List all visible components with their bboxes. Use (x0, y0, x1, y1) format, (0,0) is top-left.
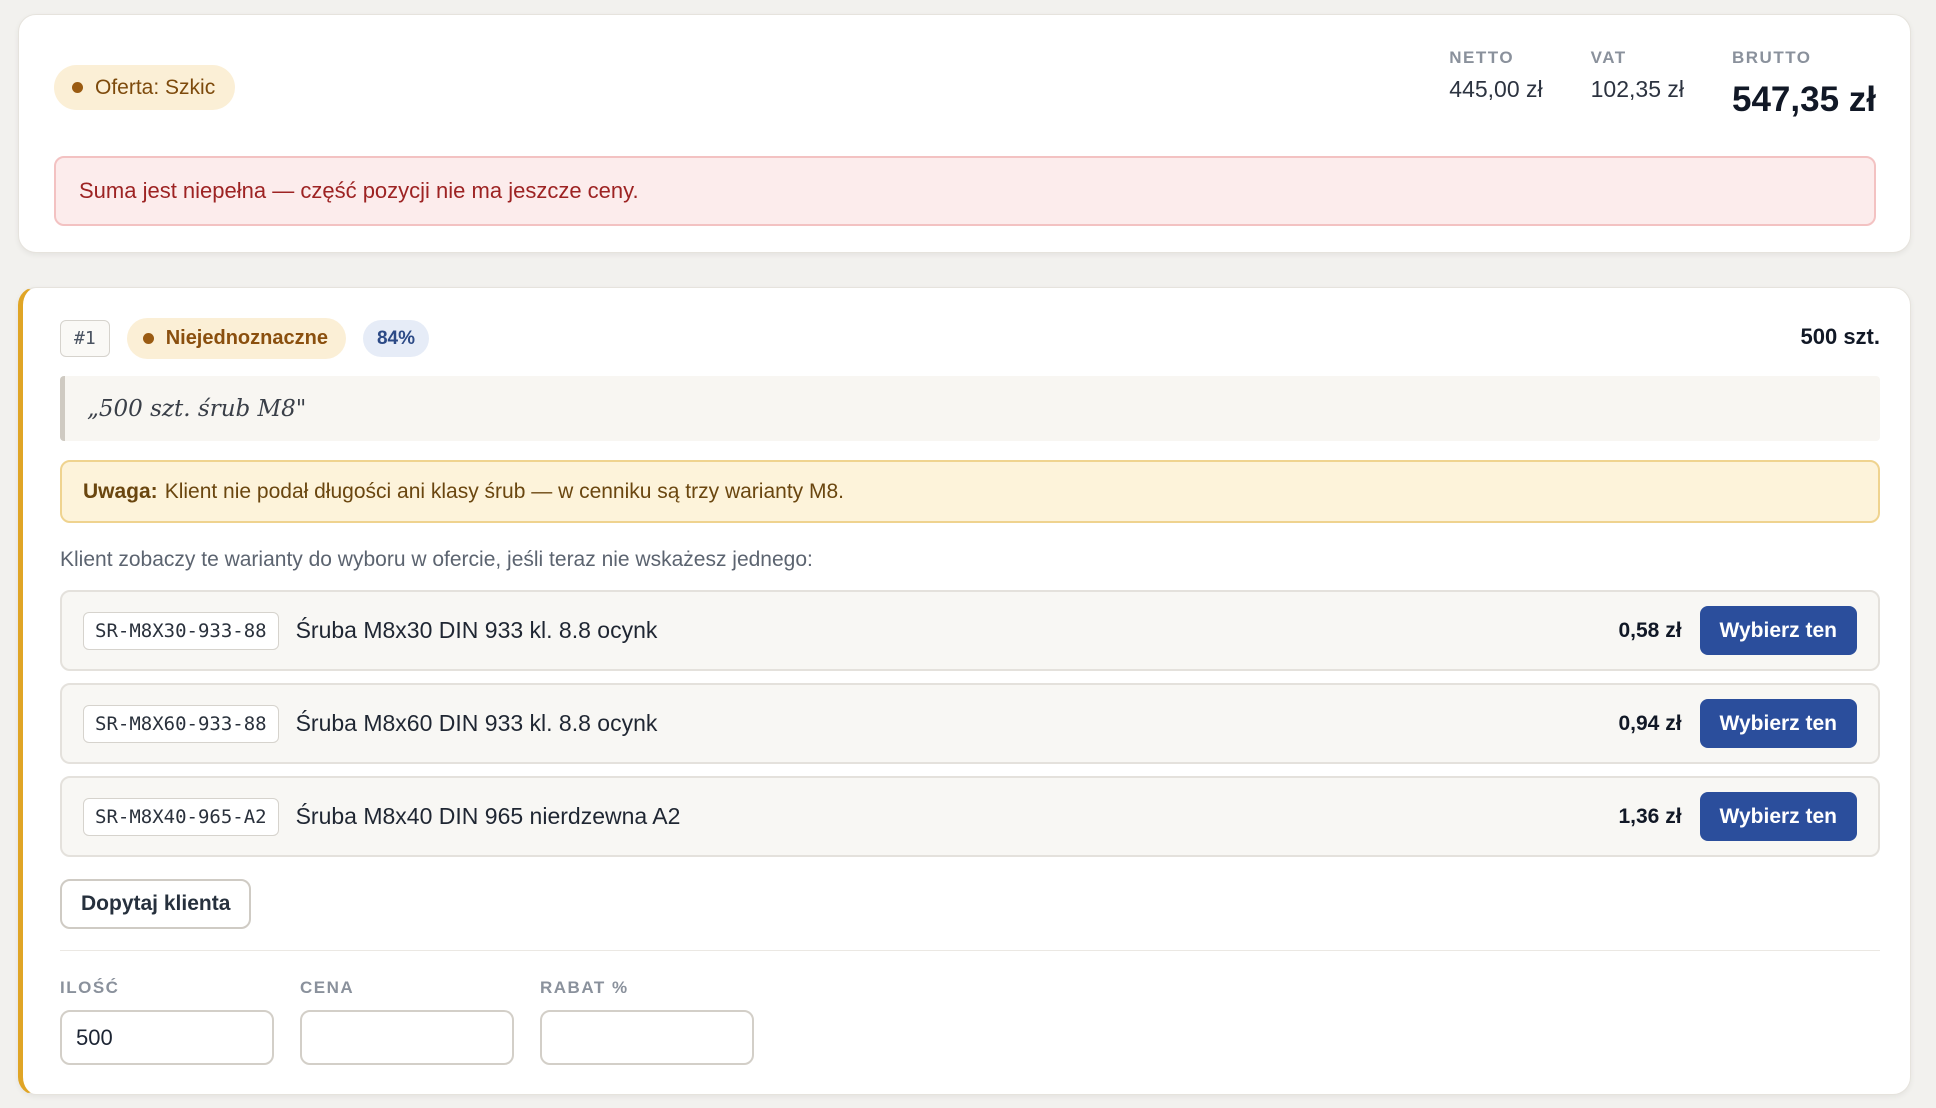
item-fields: ILOŚĆ CENA RABAT % (60, 978, 754, 1065)
status-dot-icon (142, 333, 154, 344)
variant-sku: SR-M8X30-933-88 (83, 611, 279, 650)
discount-label: RABAT % (540, 978, 629, 997)
status-dot-icon (72, 82, 83, 93)
variant-price: 0,94 zł (1618, 711, 1682, 735)
quantity-input[interactable] (60, 1010, 274, 1065)
variant-price: 1,36 zł (1618, 804, 1682, 828)
discount-input[interactable] (540, 1010, 754, 1065)
quantity-field-group: ILOŚĆ (60, 978, 274, 1065)
offer-summary-card: Oferta: Szkic NETTO 445,00 zł VAT 102,35… (18, 14, 1911, 253)
warning-text: Klient nie podał długości ani klasy śrub… (164, 479, 844, 503)
item-header: #1 Niejednoznaczne 84% (60, 318, 429, 359)
vat-label: VAT (1590, 48, 1627, 67)
ask-customer-button[interactable]: Dopytaj klienta (60, 879, 252, 929)
item-status-label: Niejednoznaczne (165, 327, 328, 349)
select-variant-button[interactable]: Wybierz ten (1699, 792, 1857, 841)
variant-name: Śruba M8x30 DIN 933 kl. 8.8 ocynk (295, 617, 658, 643)
offer-status-badge: Oferta: Szkic (54, 65, 236, 110)
netto-label: NETTO (1449, 48, 1515, 67)
netto-total: NETTO 445,00 zł (1449, 48, 1542, 120)
warning-label: Uwaga: (83, 479, 158, 503)
brutto-total: BRUTTO 547,35 zł (1732, 48, 1876, 120)
price-input[interactable] (300, 1010, 514, 1065)
brutto-value: 547,35 zł (1732, 80, 1876, 119)
offer-status-label: Oferta: Szkic (95, 75, 216, 99)
ambiguity-warning: Uwaga: Klient nie podał długości ani kla… (60, 460, 1880, 523)
variant-price: 0,58 zł (1618, 618, 1682, 642)
divider (60, 950, 1880, 951)
vat-value: 102,35 zł (1590, 76, 1684, 102)
variant-row: SR-M8X30-933-88 Śruba M8x30 DIN 933 kl. … (60, 590, 1880, 671)
brutto-label: BRUTTO (1732, 48, 1812, 67)
discount-field-group: RABAT % (540, 978, 754, 1065)
confidence-badge: 84% (362, 320, 429, 357)
customer-request-quote: „500 szt. śrub M8" (60, 376, 1880, 441)
item-number-tag: #1 (60, 320, 110, 357)
variant-sku: SR-M8X60-933-88 (83, 704, 279, 743)
variant-row: SR-M8X40-965-A2 Śruba M8x40 DIN 965 nier… (60, 776, 1880, 857)
variants-hint: Klient zobaczy te warianty do wyboru w o… (60, 548, 813, 571)
netto-value: 445,00 zł (1449, 76, 1543, 102)
quantity-label: ILOŚĆ (60, 978, 120, 997)
price-label: CENA (300, 978, 355, 997)
price-field-group: CENA (300, 978, 514, 1065)
line-item-card: #1 Niejednoznaczne 84% 500 szt. „500 szt… (18, 287, 1911, 1095)
totals: NETTO 445,00 zł VAT 102,35 zł BRUTTO 547… (1449, 48, 1876, 120)
select-variant-button[interactable]: Wybierz ten (1699, 699, 1857, 748)
item-quantity-display: 500 szt. (1800, 324, 1881, 349)
incomplete-total-alert: Suma jest niepełna — część pozycji nie m… (54, 156, 1876, 226)
select-variant-button[interactable]: Wybierz ten (1699, 606, 1857, 655)
variant-list: SR-M8X30-933-88 Śruba M8x30 DIN 933 kl. … (60, 590, 1880, 869)
variant-name: Śruba M8x40 DIN 965 nierdzewna A2 (295, 803, 681, 829)
variant-name: Śruba M8x60 DIN 933 kl. 8.8 ocynk (295, 710, 658, 736)
variant-sku: SR-M8X40-965-A2 (83, 797, 279, 836)
item-status-badge: Niejednoznaczne (126, 318, 346, 359)
variant-row: SR-M8X60-933-88 Śruba M8x60 DIN 933 kl. … (60, 683, 1880, 764)
vat-total: VAT 102,35 zł (1591, 48, 1684, 120)
